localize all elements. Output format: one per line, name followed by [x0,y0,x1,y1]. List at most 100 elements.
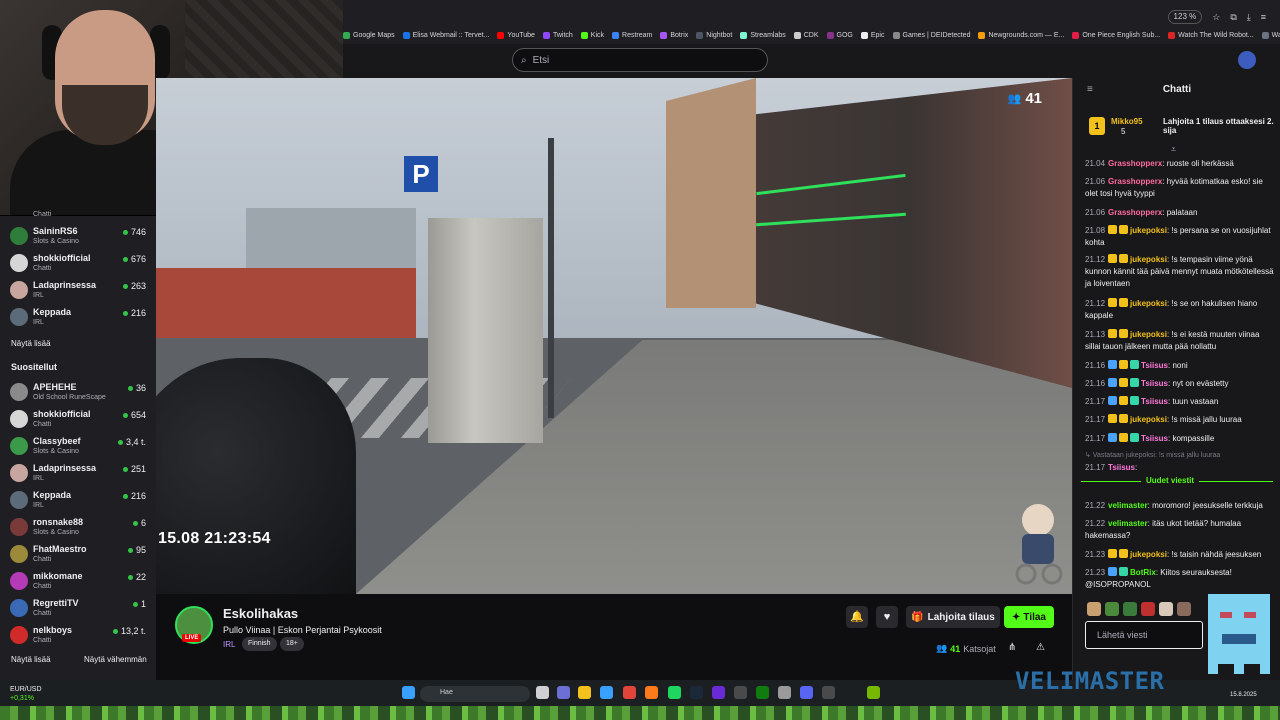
bookmark-item[interactable]: CDK [793,31,819,39]
message-username[interactable]: jukepoksi [1130,299,1167,308]
bookmark-item[interactable]: Kick [580,31,604,39]
menu-icon[interactable]: ≡ [1261,12,1266,22]
notification-bell-icon[interactable]: 🔔 [846,606,868,628]
chat-message[interactable]: 21.23 jukepoksi: !s taisin nähdä jeesukse… [1085,549,1275,561]
message-username[interactable]: velimaster [1108,519,1148,528]
chrome-icon[interactable] [623,686,636,699]
chat-message[interactable]: 21.08 jukepoksi: !s persana se on vuosiju… [1085,225,1275,249]
message-username[interactable]: Grasshopperx [1108,177,1162,186]
gift-sub-button[interactable]: 🎁 Lahjoita tilaus [906,606,1000,628]
chat-message[interactable]: 21.16 Tsiisus: nyt on evästetty [1085,378,1275,390]
chat-message[interactable]: 21.17 jukepoksi: !s missä jallu luuraa [1085,414,1275,426]
sidebar-channel-item[interactable]: FhatMaestro Chatti 95 [0,541,156,567]
emote[interactable] [1087,602,1101,616]
chat-message[interactable]: 21.17 Tsiisus: tuun vastaan [1085,396,1275,408]
follow-heart-icon[interactable]: ♥ [876,606,898,628]
sidebar-channel-item[interactable]: shokkiofficial Chatti 676 [0,250,156,276]
sidebar-channel-item[interactable]: Keppada IRL 216 [0,304,156,330]
search-input[interactable]: ⌕ Etsi [512,48,768,72]
sidebar-channel-item[interactable]: Classybeef Slots & Casino 3,4 t. [0,433,156,459]
message-username[interactable]: Tsiisus [1141,379,1168,388]
pinned-gift-leaderboard[interactable]: 1 Mikko95 5 Lahjoita 1 tilaus ottaaksesi… [1087,114,1277,140]
steam-icon[interactable] [690,686,703,699]
message-username[interactable]: BotRix [1130,568,1156,577]
xbox-icon[interactable] [756,686,769,699]
chat-message[interactable]: 21.16 Tsiisus: noni [1085,360,1275,372]
chat-message[interactable]: 21.22 velimaster: moromoro! jeesukselle t… [1085,500,1275,512]
bookmark-item[interactable]: Nightbot [696,31,732,39]
download-icon[interactable]: ⤓ [1247,12,1251,23]
sidebar-channel-item[interactable]: RegrettiTV Chatti 1 [0,595,156,621]
message-username[interactable]: jukepoksi [1130,550,1167,559]
bookmark-item[interactable]: GOG [826,31,853,39]
bookmark-item[interactable]: Streamlabs [740,31,786,39]
bookmark-item[interactable]: Botrix [660,31,688,39]
show-less-button[interactable]: Näytä vähemmän [84,655,147,664]
stock-widget[interactable]: EUR/USD +0,31% [10,685,42,703]
message-username[interactable]: velimaster [1108,501,1148,510]
video-player[interactable]: P 👥 41 15.08 21:23:54 [156,78,1072,594]
sidebar-channel-item[interactable]: shokkiofficial Chatti 654 [0,406,156,432]
sidebar-channel-item[interactable]: Keppada IRL 216 [0,487,156,513]
chat-message[interactable]: 21.12 jukepoksi: !s se on hakulisen hiano… [1085,298,1275,322]
bookmark-item[interactable]: Google Maps [343,31,395,39]
star-icon[interactable]: ☆ [1212,12,1220,23]
taskbar-search[interactable]: Hae [420,686,530,702]
bookmark-item[interactable]: Watch Novocaine Engl... [1261,31,1280,39]
chat-message[interactable]: 21.04 Grasshopperx: ruoste oli herkässä [1085,158,1275,170]
show-more-recommended[interactable]: Näytä lisää [11,655,51,664]
teams-icon[interactable] [557,686,570,699]
tag-language[interactable]: Finnish [242,637,277,651]
sidebar-channel-item[interactable]: mikkomane Chatti 22 [0,568,156,594]
message-username[interactable]: jukepoksi [1130,330,1167,339]
emote[interactable] [1177,602,1191,616]
emote[interactable] [1105,602,1119,616]
bookmark-item[interactable]: Restream [612,31,652,39]
zoom-indicator[interactable]: 123 % [1167,10,1203,24]
message-username[interactable]: jukepoksi [1130,415,1167,424]
chat-input[interactable]: Lähetä viesti [1085,621,1203,649]
bookmark-item[interactable]: Twitch [542,31,573,39]
emote[interactable] [1141,602,1155,616]
bookmark-item[interactable]: Elisa Webmail :: Tervet... [402,31,489,39]
file-explorer-icon[interactable] [578,686,591,699]
sidebar-channel-item[interactable]: nelkboys Chatti 13,2 t. [0,622,156,648]
discord-icon[interactable] [800,686,813,699]
bookmark-item[interactable]: Epic [860,31,885,39]
firefox-icon[interactable] [645,686,658,699]
chat-message[interactable]: 21.06 Grasshopperx: hyvää kotimatkaa esko… [1085,176,1275,200]
message-username[interactable]: Tsiisus [1141,434,1168,443]
tag-age[interactable]: 18+ [280,637,304,651]
bookmark-item[interactable]: Newgrounds.com — E... [978,31,1064,39]
windows-start-icon[interactable] [402,686,415,699]
bookmark-item[interactable]: YouTube [497,31,535,39]
share-icon[interactable]: ⋔ [1008,642,1016,653]
message-username[interactable]: jukepoksi [1130,226,1167,235]
stream-category[interactable]: IRL [223,640,235,649]
user-avatar[interactable] [1238,51,1256,69]
show-more-followed[interactable]: Näytä lisää [11,339,51,348]
message-username[interactable]: jukepoksi [1130,255,1167,264]
chat-message[interactable]: 21.22 velimaster: itäs ukot tietää? humal… [1085,518,1275,542]
chat-message[interactable]: 21.12 jukepoksi: !s tempasin viime yönä k… [1085,254,1275,290]
message-username[interactable]: Tsiisus [1108,463,1135,472]
message-username[interactable]: Grasshopperx [1108,208,1162,217]
extensions-icon[interactable]: ⧉ [1230,12,1236,23]
bookmark-item[interactable]: One Piece English Sub... [1072,31,1160,39]
bookmark-item[interactable]: Games | DEIDetected [892,31,970,39]
sidebar-channel-item[interactable]: Ladaprinsessa IRL 251 [0,460,156,486]
bookmark-item[interactable]: Watch The Wild Robot... [1168,31,1254,39]
sidebar-channel-item[interactable]: Ladaprinsessa IRL 263 [0,277,156,303]
subscribe-button[interactable]: ✦ Tilaa [1004,606,1054,628]
emote[interactable] [1123,602,1137,616]
nvidia-icon[interactable] [867,686,880,699]
sidebar-channel-item[interactable]: APEHEHE Old School RuneScape 36 [0,379,156,405]
task-view-icon[interactable] [536,686,549,699]
spotify-icon[interactable] [668,686,681,699]
chat-message[interactable]: 21.23 BotRix: Kiitos seurauksesta! @ISOPR… [1085,567,1275,591]
pin-expand-icon[interactable]: ⩡ [1171,144,1176,155]
obs-icon[interactable] [712,686,725,699]
message-username[interactable]: Tsiisus [1141,361,1168,370]
terminal-icon[interactable] [822,686,835,699]
sidebar-channel-item[interactable]: ronsnake88 Slots & Casino 6 [0,514,156,540]
